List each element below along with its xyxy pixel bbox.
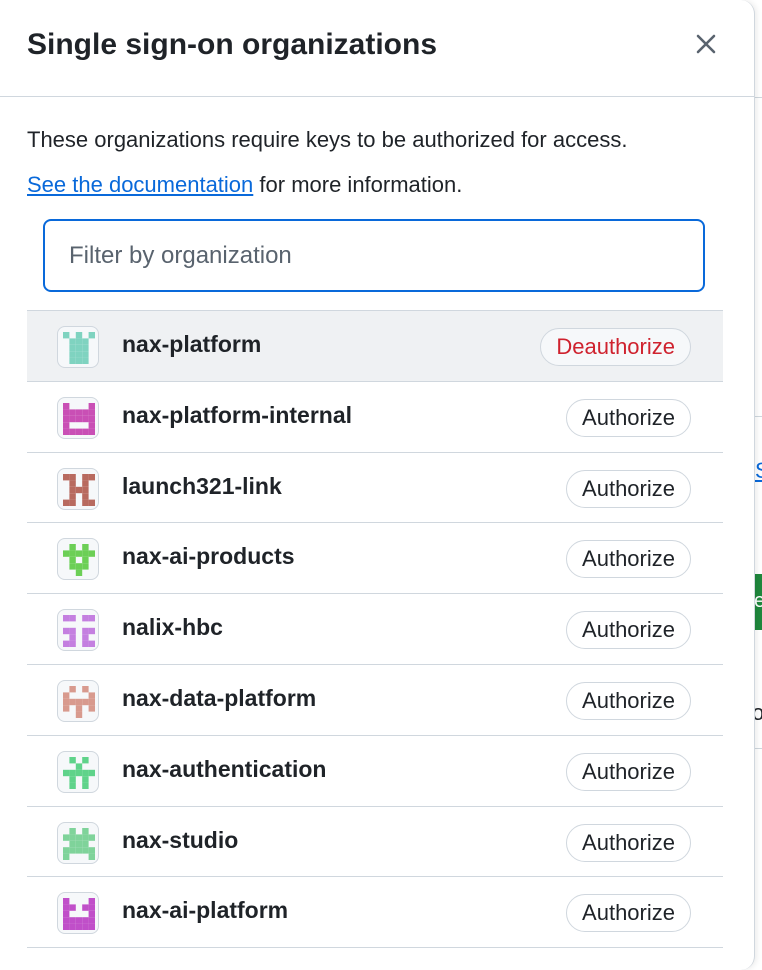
organization-list: nax-platform Deauthorize nax-platform-inte… xyxy=(27,310,723,949)
authorize-button[interactable]: Authorize xyxy=(566,752,691,791)
dialog-title: Single sign-on organizations xyxy=(27,28,438,61)
org-name: nax-platform-internal xyxy=(122,401,353,428)
org-avatar-icon xyxy=(57,326,99,368)
dialog-body: These organizations require keys to be a… xyxy=(0,97,754,949)
description-text: These organizations require keys to be a… xyxy=(27,127,628,152)
org-row: launch321-link Authorize xyxy=(27,453,723,524)
authorize-button[interactable]: Authorize xyxy=(566,398,691,437)
dialog-description: These organizations require keys to be a… xyxy=(27,117,754,207)
org-name: nax-authentication xyxy=(122,755,327,782)
org-avatar-icon xyxy=(57,467,99,510)
org-row: nax-platform Deauthorize xyxy=(27,311,723,382)
org-avatar-icon xyxy=(57,538,99,581)
org-name: nax-data-platform xyxy=(122,684,317,711)
org-row: nax-platform-internal Authorize xyxy=(27,382,723,453)
org-name: nax-ai-products xyxy=(122,543,295,570)
org-name: nax-studio xyxy=(122,826,239,853)
authorize-button[interactable]: Authorize xyxy=(566,823,691,862)
org-avatar-icon xyxy=(57,396,99,439)
org-row: nalix-hbc Authorize xyxy=(27,594,723,665)
authorize-button[interactable]: Authorize xyxy=(566,894,691,933)
deauthorize-button[interactable]: Deauthorize xyxy=(540,328,691,366)
description-suffix: for more information. xyxy=(259,172,463,197)
authorize-button[interactable]: Authorize xyxy=(566,611,691,650)
org-avatar-icon xyxy=(57,821,99,864)
org-name: nalix-hbc xyxy=(122,614,223,641)
org-row: nax-ai-platform Authorize xyxy=(27,877,723,949)
sso-dialog: Single sign-on organizations These organ… xyxy=(0,0,755,970)
org-name: nax-ai-platform xyxy=(122,897,289,924)
org-avatar-icon xyxy=(57,609,99,652)
filter-input[interactable] xyxy=(43,219,705,292)
org-row: nax-data-platform Authorize xyxy=(27,665,723,736)
background-button-text: e xyxy=(754,590,762,612)
org-row: nax-studio Authorize xyxy=(27,807,723,878)
documentation-link[interactable]: See the documentation xyxy=(27,172,253,197)
close-icon[interactable] xyxy=(690,28,722,60)
org-avatar-icon xyxy=(57,892,99,935)
authorize-button[interactable]: Authorize xyxy=(566,540,691,579)
authorize-button[interactable]: Authorize xyxy=(566,469,691,508)
org-name: nax-platform xyxy=(122,331,262,357)
dialog-header: Single sign-on organizations xyxy=(0,0,754,97)
org-avatar-icon xyxy=(57,679,99,722)
org-avatar-icon xyxy=(57,750,99,793)
authorize-button[interactable]: Authorize xyxy=(566,681,691,720)
background-link[interactable]: S xyxy=(755,458,762,484)
org-row: nax-authentication Authorize xyxy=(27,736,723,807)
org-row: nax-ai-products Authorize xyxy=(27,523,723,595)
org-name: launch321-link xyxy=(122,472,282,499)
